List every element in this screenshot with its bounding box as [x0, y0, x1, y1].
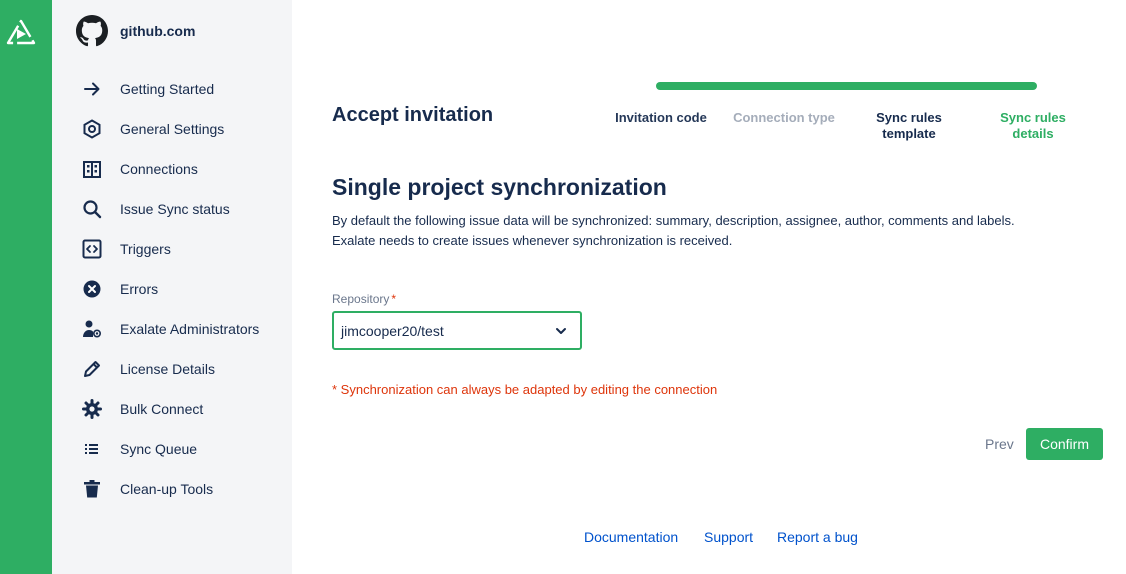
- footer-link-report-bug[interactable]: Report a bug: [777, 529, 858, 545]
- sidebar-item-general-settings[interactable]: General Settings: [52, 109, 292, 149]
- repository-label: Repository *: [332, 292, 396, 306]
- section-title: Single project synchronization: [332, 174, 667, 200]
- wizard-progress-bar: [656, 82, 1037, 90]
- sidebar-item-label: General Settings: [120, 121, 225, 137]
- description-line: Exalate needs to create issues whenever …: [332, 233, 733, 248]
- sidebar-item-sync-queue[interactable]: Sync Queue: [52, 429, 292, 469]
- building-icon: [82, 159, 102, 179]
- required-mark: *: [391, 292, 397, 306]
- sidebar-item-label: Getting Started: [120, 81, 215, 97]
- repository-select-value: jimcooper20/test: [341, 322, 444, 339]
- pencil-icon: [82, 359, 102, 379]
- section-description: By default the following issue data will…: [332, 211, 1092, 251]
- sidebar-item-errors[interactable]: Errors: [52, 269, 292, 309]
- sidebar-item-label: Issue Sync status: [120, 201, 230, 217]
- repository-label-text: Repository: [332, 292, 390, 306]
- sidebar-item-label: Exalate Administrators: [120, 321, 260, 337]
- description-line: By default the following issue data will…: [332, 213, 1015, 228]
- sidebar-host: github.com: [120, 23, 196, 39]
- sidebar-item-bulk-connect[interactable]: Bulk Connect: [52, 389, 292, 429]
- prev-button[interactable]: Prev: [985, 436, 1014, 452]
- sidebar-item-label: Sync Queue: [120, 441, 198, 457]
- gear-icon: [82, 399, 102, 419]
- sidebar-nav: Getting Started General Settings Connect…: [52, 69, 292, 509]
- chevron-down-icon: [556, 327, 566, 334]
- sidebar-item-label: Clean-up Tools: [120, 481, 214, 497]
- sidebar-item-label: Connections: [120, 161, 198, 177]
- step-sync-rules-template: Sync rules template: [876, 110, 942, 141]
- app-rail: [0, 0, 52, 574]
- sidebar-item-label: Bulk Connect: [120, 401, 204, 417]
- sidebar-item-connections[interactable]: Connections: [52, 149, 292, 189]
- hexagon-settings-icon: [82, 119, 102, 139]
- admin-user-icon: [82, 319, 102, 339]
- exalate-logo-icon[interactable]: [5, 18, 37, 46]
- sidebar-item-getting-started[interactable]: Getting Started: [52, 69, 292, 109]
- repository-select[interactable]: jimcooper20/test: [332, 311, 582, 350]
- confirm-button[interactable]: Confirm: [1026, 428, 1103, 460]
- search-icon: [82, 199, 102, 219]
- sidebar-item-issue-sync-status[interactable]: Issue Sync status: [52, 189, 292, 229]
- footer-link-documentation[interactable]: Documentation: [584, 529, 678, 545]
- sidebar: github.com Getting Started General Setti…: [52, 0, 292, 574]
- sidebar-item-label: Triggers: [120, 241, 171, 257]
- list-icon: [82, 439, 102, 459]
- sidebar-item-exalate-administrators[interactable]: Exalate Administrators: [52, 309, 292, 349]
- sidebar-item-license-details[interactable]: License Details: [52, 349, 292, 389]
- sync-note: * Synchronization can always be adapted …: [332, 382, 718, 397]
- github-icon: [76, 15, 108, 47]
- code-brackets-icon: [82, 239, 102, 259]
- sidebar-item-label: License Details: [120, 361, 215, 377]
- step-connection-type: Connection type: [733, 110, 835, 125]
- main-content: Accept invitation Invitation code Connec…: [292, 0, 1126, 574]
- sidebar-item-triggers[interactable]: Triggers: [52, 229, 292, 269]
- footer-link-support[interactable]: Support: [704, 529, 753, 545]
- step-invitation-code: Invitation code: [615, 110, 707, 125]
- sidebar-item-clean-up-tools[interactable]: Clean-up Tools: [52, 469, 292, 509]
- page-title: Accept invitation: [332, 104, 494, 126]
- step-sync-rules-details: Sync rules details: [1000, 110, 1066, 141]
- sidebar-item-label: Errors: [120, 281, 159, 297]
- trash-icon: [82, 479, 102, 499]
- sidebar-header: github.com: [76, 14, 195, 48]
- error-x-circle-icon: [82, 279, 102, 299]
- arrow-right-icon: [82, 79, 102, 99]
